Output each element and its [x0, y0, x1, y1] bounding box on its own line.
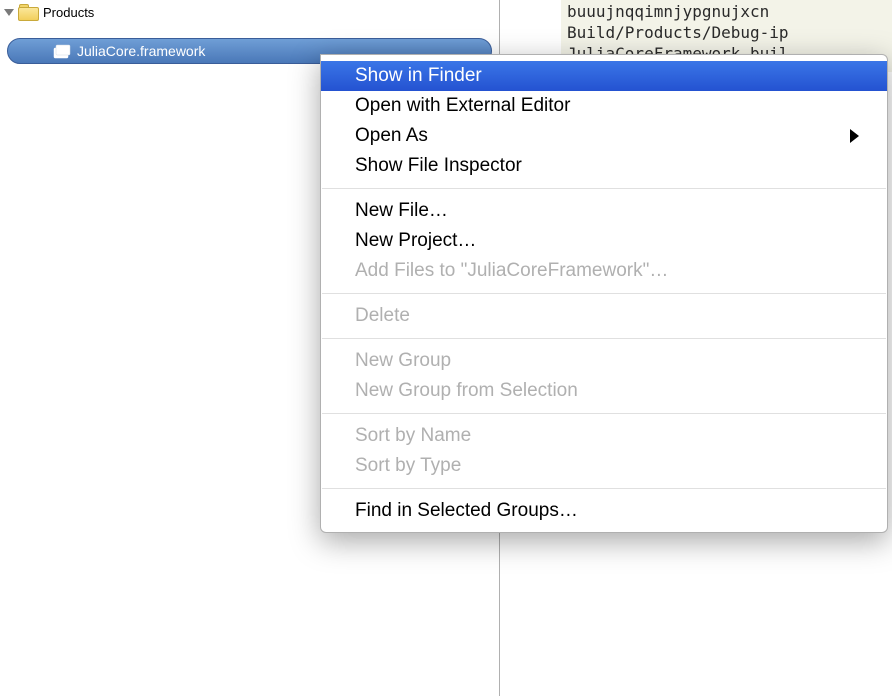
menu-item: Sort by Name: [321, 421, 887, 451]
menu-item: Delete: [321, 301, 887, 331]
tree-row-products[interactable]: Products: [0, 0, 499, 24]
folder-icon: [18, 4, 38, 20]
menu-separator: [322, 413, 886, 414]
menu-item: Add Files to "JuliaCoreFramework"…: [321, 256, 887, 286]
code-line: buuujnqqimnjypgnujxcn: [567, 2, 886, 23]
menu-item-label: Add Files to "JuliaCoreFramework"…: [355, 260, 668, 282]
menu-separator: [322, 293, 886, 294]
menu-item-label: New File…: [355, 200, 448, 222]
selected-item-label: JuliaCore.framework: [77, 43, 205, 59]
menu-item-label: New Group from Selection: [355, 380, 578, 402]
menu-item: New Group from Selection: [321, 376, 887, 406]
menu-item[interactable]: Show File Inspector: [321, 151, 887, 181]
menu-item[interactable]: Open As: [321, 121, 887, 151]
menu-item-label: Sort by Name: [355, 425, 471, 447]
framework-icon: [52, 43, 72, 59]
menu-item[interactable]: Show in Finder: [321, 61, 887, 91]
submenu-arrow-icon: [850, 129, 859, 143]
menu-item-label: New Project…: [355, 230, 476, 252]
menu-item-label: Delete: [355, 305, 410, 327]
menu-item-label: Open As: [355, 125, 428, 147]
menu-separator: [322, 188, 886, 189]
menu-item[interactable]: New Project…: [321, 226, 887, 256]
menu-item-label: Show in Finder: [355, 65, 482, 87]
context-menu: Show in Finder Open with External Editor O…: [320, 54, 888, 533]
menu-separator: [322, 338, 886, 339]
menu-item-label: Sort by Type: [355, 455, 461, 477]
menu-item: New Group: [321, 346, 887, 376]
menu-item[interactable]: Find in Selected Groups…: [321, 496, 887, 526]
menu-item-label: Show File Inspector: [355, 155, 522, 177]
menu-item: Sort by Type: [321, 451, 887, 481]
code-line: Build/Products/Debug-ip: [567, 23, 886, 44]
menu-item[interactable]: New File…: [321, 196, 887, 226]
products-label: Products: [43, 5, 94, 20]
menu-item[interactable]: Open with External Editor: [321, 91, 887, 121]
menu-separator: [322, 488, 886, 489]
disclosure-triangle-icon[interactable]: [4, 9, 14, 16]
menu-item-label: Find in Selected Groups…: [355, 500, 578, 522]
menu-item-label: New Group: [355, 350, 451, 372]
menu-item-label: Open with External Editor: [355, 95, 570, 117]
